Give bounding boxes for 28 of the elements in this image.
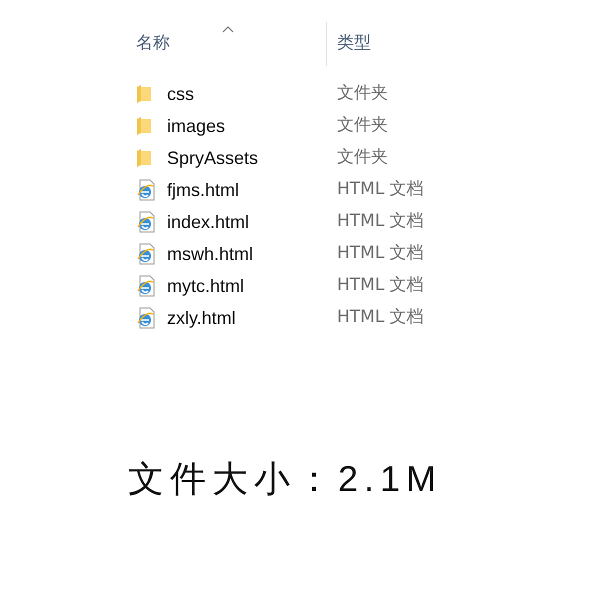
file-name[interactable]: SpryAssets <box>167 144 337 172</box>
file-name[interactable]: mswh.html <box>167 240 337 268</box>
file-name[interactable]: css <box>167 80 337 108</box>
file-name[interactable]: images <box>167 112 337 140</box>
file-name[interactable]: zxly.html <box>167 304 337 332</box>
file-name[interactable]: index.html <box>167 208 337 236</box>
folder-icon <box>136 148 152 168</box>
file-type: HTML 文档 <box>337 306 424 330</box>
folder-icon <box>136 116 152 136</box>
column-header[interactable]: 名称 <box>136 22 316 66</box>
column-header[interactable]: 类型 <box>337 22 517 66</box>
web-page-icon <box>136 243 156 265</box>
web-page-icon <box>136 275 156 297</box>
web-page-icon <box>136 179 156 201</box>
file-type: HTML 文档 <box>337 274 424 298</box>
file-name[interactable]: mytc.html <box>167 272 337 300</box>
file-type: 文件夹 <box>337 146 388 170</box>
web-page-icon <box>136 307 156 329</box>
file-size-caption: 文件大小：2.1M <box>128 457 444 501</box>
file-type: 文件夹 <box>337 82 388 106</box>
file-type: HTML 文档 <box>337 178 424 202</box>
file-type: HTML 文档 <box>337 210 424 234</box>
file-name[interactable]: fjms.html <box>167 176 337 204</box>
sort-caret-icon <box>222 26 234 33</box>
file-type: 文件夹 <box>337 114 388 138</box>
web-page-icon <box>136 211 156 233</box>
file-type: HTML 文档 <box>337 242 424 266</box>
folder-icon <box>136 84 152 104</box>
